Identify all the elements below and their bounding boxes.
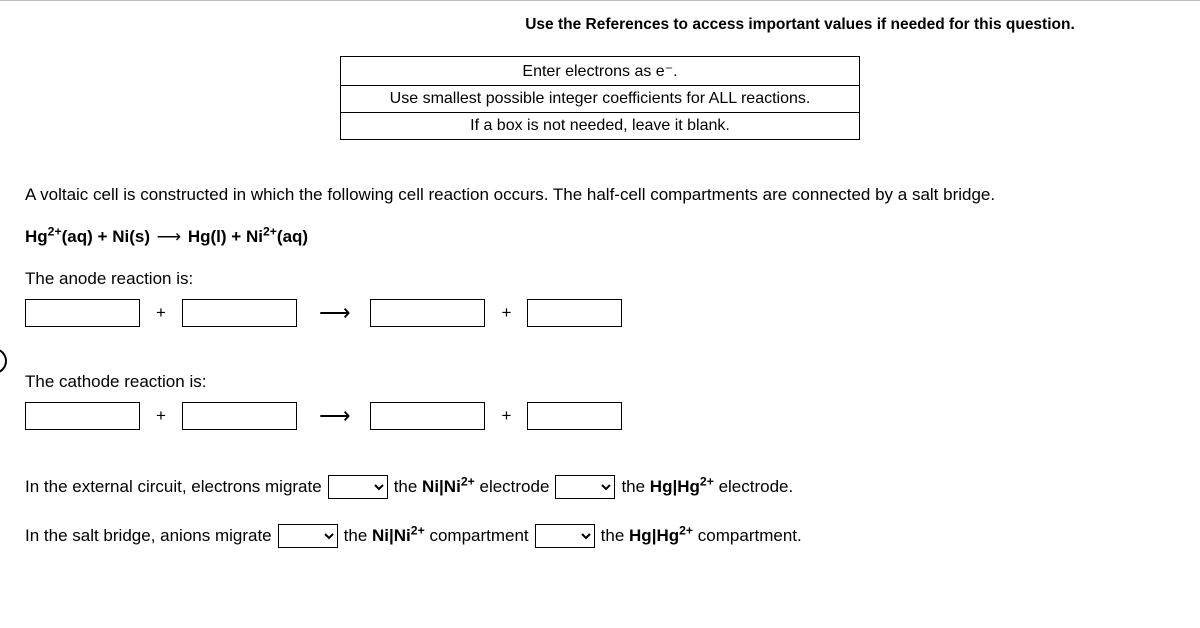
plus-sign: + (150, 303, 172, 323)
cathode-reactant-2[interactable] (182, 402, 297, 430)
hint-row-2: Use smallest possible integer coefficien… (341, 86, 860, 113)
hint-table: Enter electrons as e⁻. Use smallest poss… (340, 56, 860, 140)
cathode-product-2[interactable] (527, 402, 622, 430)
salt-prefix: In the salt bridge, anions migrate (25, 526, 272, 546)
anode-product-2[interactable] (527, 299, 622, 327)
arrow-icon: ⟶ (307, 403, 361, 429)
external-circuit-line: In the external circuit, electrons migra… (25, 475, 1175, 499)
anode-product-1[interactable] (370, 299, 485, 327)
external-direction-1[interactable] (328, 475, 388, 499)
cathode-reactant-1[interactable] (25, 402, 140, 430)
external-prefix: In the external circuit, electrons migra… (25, 477, 322, 497)
anode-input-row: + ⟶ + (25, 299, 1175, 327)
intro-text: A voltaic cell is constructed in which t… (25, 185, 1175, 205)
hint-row-1: Enter electrons as e⁻. (341, 57, 860, 86)
cathode-label: The cathode reaction is: (25, 372, 1175, 392)
external-direction-2[interactable] (555, 475, 615, 499)
references-instruction: Use the References to access important v… (465, 16, 1135, 34)
arrow-icon: ⟶ (307, 300, 361, 326)
anode-label: The anode reaction is: (25, 269, 1175, 289)
plus-sign: + (495, 303, 517, 323)
plus-sign: + (150, 406, 172, 426)
salt-direction-1[interactable] (278, 524, 338, 548)
hint-row-3: If a box is not needed, leave it blank. (341, 113, 860, 140)
anode-reactant-2[interactable] (182, 299, 297, 327)
cathode-product-1[interactable] (370, 402, 485, 430)
anode-reactant-1[interactable] (25, 299, 140, 327)
side-tab-nub[interactable] (0, 348, 7, 374)
salt-bridge-line: In the salt bridge, anions migrate the N… (25, 524, 1175, 548)
salt-direction-2[interactable] (535, 524, 595, 548)
cell-reaction: Hg2+(aq) + Ni(s) ⟶ Hg(l) + Ni2+(aq) (25, 227, 1175, 247)
plus-sign: + (495, 406, 517, 426)
cathode-input-row: + ⟶ + (25, 402, 1175, 430)
